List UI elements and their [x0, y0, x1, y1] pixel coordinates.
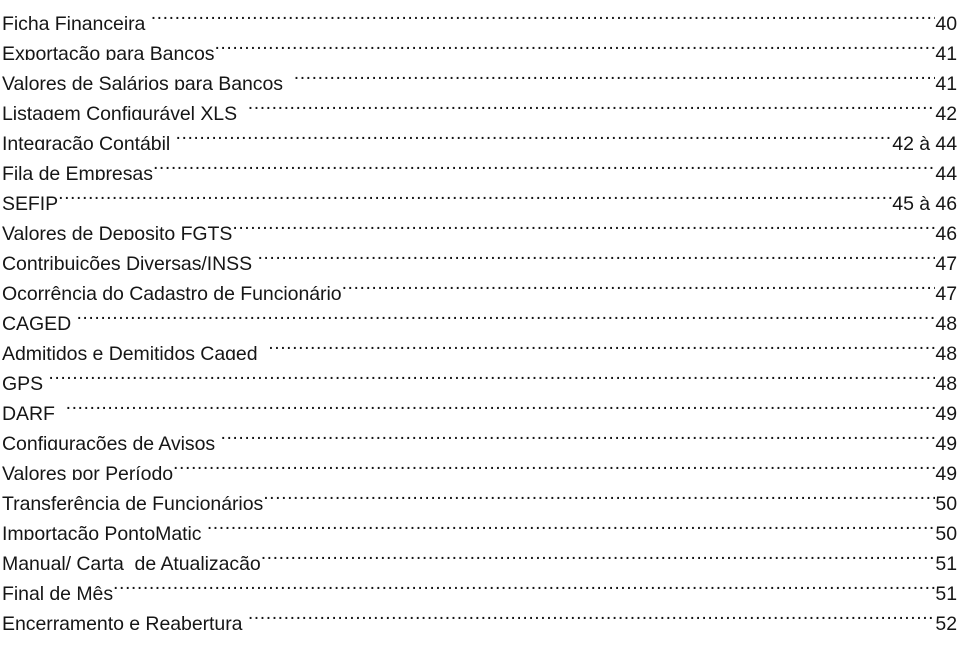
toc-entry[interactable]: Valores de Salários para Bancos 41	[0, 60, 959, 91]
toc-entry-page-number: 49	[935, 403, 957, 420]
toc-entry-title: Ficha Financeira	[2, 13, 151, 30]
toc-entry-page-number: 40	[935, 13, 957, 30]
toc-entry[interactable]: Transferência de Funcionários 50	[0, 480, 959, 511]
toc-entry-page-number: 47	[935, 283, 957, 300]
toc-entry-page-number: 52	[935, 613, 957, 630]
toc-entry-title: Valores de Deposito FGTS	[2, 223, 233, 240]
toc-entry-title: Manual/ Carta de Atualização	[2, 553, 261, 570]
toc-entry-page-number: 48	[935, 313, 957, 330]
toc-dot-leader	[48, 360, 935, 390]
toc-dot-leader	[176, 120, 893, 150]
toc-entry-title: Exportação para Bancos	[2, 43, 215, 60]
toc-dot-leader	[342, 270, 936, 300]
toc-entry-title: Configurações de Avisos	[2, 433, 221, 450]
toc-entry[interactable]: Integração Contábil 42 à 44	[0, 120, 959, 151]
toc-dot-leader	[263, 480, 935, 510]
toc-dot-leader	[153, 150, 935, 180]
toc-dot-leader	[113, 570, 935, 600]
toc-entry-page-number: 46	[935, 223, 957, 240]
toc-entry[interactable]: SEFIP 45 à 46	[0, 180, 959, 211]
toc-entry-title: Importação PontoMatic	[2, 523, 207, 540]
toc-entry[interactable]: Final de Mês 51	[0, 570, 959, 601]
toc-entry-page-number: 48	[935, 343, 957, 360]
toc-dot-leader	[76, 300, 935, 330]
toc-dot-leader	[268, 330, 935, 360]
toc-entry-title: SEFIP	[2, 193, 59, 210]
toc-dot-leader	[66, 390, 936, 420]
toc-entry-page-number: 49	[935, 463, 957, 480]
toc-dot-leader	[294, 60, 936, 90]
toc-entry[interactable]: GPS 48	[0, 360, 959, 391]
toc-entry[interactable]: Manual/ Carta de Atualização 51	[0, 540, 959, 571]
toc-entry-page-number: 51	[935, 583, 957, 600]
toc-entry-page-number: 42 à 44	[892, 133, 957, 150]
toc-entry-page-number: 42	[935, 103, 957, 120]
toc-entry-title: Encerramento e Reabertura	[2, 613, 248, 630]
table-of-contents: Ficha Financeira 40Exportação para Banco…	[0, 0, 959, 631]
toc-entry[interactable]: Admitidos e Demitidos Caged 48	[0, 330, 959, 361]
toc-entry[interactable]: CAGED 48	[0, 300, 959, 331]
toc-dot-leader	[214, 30, 935, 60]
toc-entry[interactable]: Encerramento e Reabertura 52	[0, 600, 959, 631]
toc-dot-leader	[207, 510, 936, 540]
toc-dot-leader	[257, 240, 935, 270]
toc-entry[interactable]: Ocorrência do Cadastro de Funcionário 47	[0, 270, 959, 301]
toc-dot-leader	[248, 90, 936, 120]
toc-entry-page-number: 41	[935, 43, 957, 60]
toc-entry-page-number: 50	[935, 493, 957, 510]
toc-entry-page-number: 45 à 46	[892, 193, 957, 210]
toc-entry-title: Transferência de Funcionários	[2, 493, 264, 510]
toc-entry-page-number: 47	[935, 253, 957, 270]
toc-entry-page-number: 50	[935, 523, 957, 540]
toc-entry-title: Listagem Configurável XLS	[2, 103, 248, 120]
toc-entry-title: Integração Contábil	[2, 133, 176, 150]
toc-entry[interactable]: Valores de Deposito FGTS 46	[0, 210, 959, 241]
toc-entry-title: Fila de Empresas	[2, 163, 153, 180]
toc-entry-page-number: 49	[935, 433, 957, 450]
toc-entry-title: CAGED	[2, 313, 77, 330]
toc-entry-title: Admitidos e Demitidos Caged	[2, 343, 269, 360]
toc-entry-page-number: 41	[935, 73, 957, 90]
toc-entry-title: Valores por Período	[2, 463, 174, 480]
toc-entry[interactable]: DARF 49	[0, 390, 959, 421]
toc-entry-title: Final de Mês	[2, 583, 114, 600]
toc-entry-title: GPS	[2, 373, 49, 390]
toc-dot-leader	[261, 540, 936, 570]
toc-dot-leader	[173, 450, 935, 480]
toc-entry[interactable]: Fila de Empresas 44	[0, 150, 959, 181]
toc-dot-leader	[151, 0, 936, 30]
toc-entry-page-number: 48	[935, 373, 957, 390]
toc-entry[interactable]: Configurações de Avisos 49	[0, 420, 959, 451]
toc-entry-title: Valores de Salários para Bancos	[2, 73, 294, 90]
toc-dot-leader	[221, 420, 936, 450]
toc-entry-title: DARF	[2, 403, 66, 420]
toc-dot-leader	[232, 210, 935, 240]
toc-entry[interactable]: Importação PontoMatic 50	[0, 510, 959, 541]
toc-entry[interactable]: Ficha Financeira 40	[0, 0, 959, 31]
toc-entry[interactable]: Exportação para Bancos 41	[0, 30, 959, 61]
toc-dot-leader	[248, 600, 936, 630]
toc-entry[interactable]: Contribuições Diversas/INSS 47	[0, 240, 959, 271]
toc-entry-title: Ocorrência do Cadastro de Funcionário	[2, 283, 342, 300]
toc-entry[interactable]: Valores por Período 49	[0, 450, 959, 481]
toc-entry[interactable]: Listagem Configurável XLS 42	[0, 90, 959, 121]
toc-entry-page-number: 44	[935, 163, 957, 180]
toc-entry-title: Contribuições Diversas/INSS	[2, 253, 258, 270]
toc-entry-page-number: 51	[935, 553, 957, 570]
toc-dot-leader	[58, 180, 892, 210]
